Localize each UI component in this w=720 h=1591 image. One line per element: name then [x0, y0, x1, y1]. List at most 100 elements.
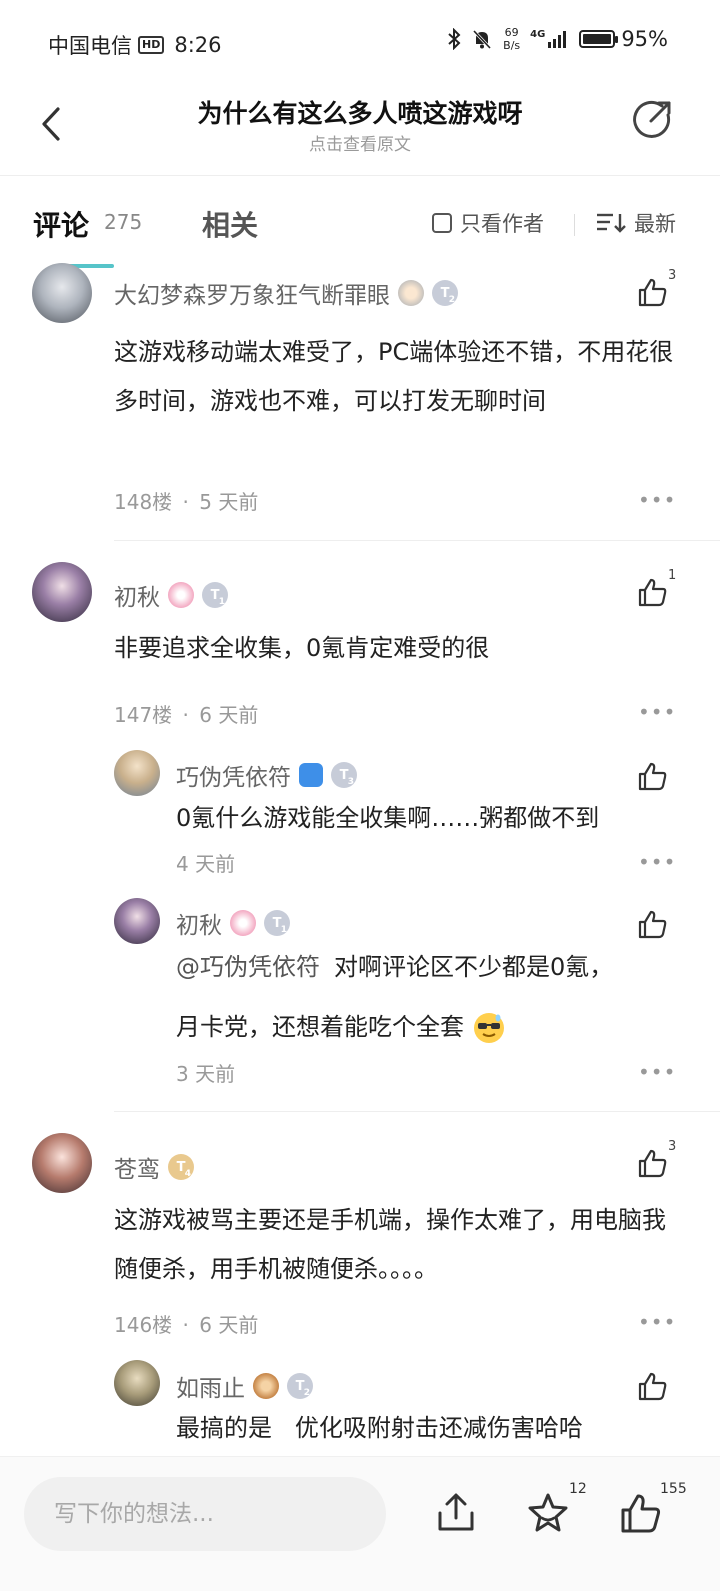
- verified-badge-icon: [299, 763, 323, 787]
- carrier-name: 中国电信: [48, 34, 132, 58]
- more-icon[interactable]: •••: [638, 850, 676, 874]
- fan-badge-icon: [253, 1373, 279, 1399]
- fan-badge-icon: [168, 582, 194, 608]
- comment-username-row: 大幻梦森罗万象狂气断罪眼 T2: [114, 276, 458, 310]
- fan-badge-icon: [398, 280, 424, 306]
- username[interactable]: 初秋: [114, 578, 160, 612]
- comment-time: 6 天前: [199, 1313, 259, 1337]
- reply-text: @巧伪凭依符 对啊评论区不少都是0氪，: [176, 943, 676, 992]
- mention[interactable]: @巧伪凭依符: [176, 953, 320, 981]
- reply-username-row: 如雨止 T2: [176, 1369, 313, 1403]
- level-badge-icon: T1: [202, 582, 228, 608]
- thumbs-up-icon[interactable]: [636, 760, 668, 792]
- net-speed-value: 69: [504, 26, 519, 39]
- net-speed-unit: B/s: [503, 39, 521, 52]
- comment-meta: 147楼 · 6 天前: [114, 699, 258, 728]
- avatar[interactable]: [114, 750, 160, 796]
- battery-percent: 95%: [621, 27, 668, 51]
- avatar[interactable]: [114, 898, 160, 944]
- reply-username-row: 巧伪凭依符 T3: [176, 758, 357, 792]
- reply-text: 0氪什么游戏能全收集啊……粥都做不到: [176, 804, 600, 832]
- more-icon[interactable]: •••: [638, 700, 676, 724]
- comment-meta: 148楼 · 5 天前: [114, 486, 258, 515]
- thumbs-up-icon[interactable]: [618, 1491, 662, 1535]
- page-header: 为什么有这么多人喷这游戏呀 点击查看原文: [0, 88, 720, 176]
- avatar[interactable]: [32, 562, 92, 622]
- meta-separator: ·: [182, 1313, 189, 1337]
- like-count: 3: [668, 1139, 677, 1154]
- level-badge-icon: T2: [287, 1373, 313, 1399]
- comment-meta: 146楼 · 6 天前: [114, 1309, 258, 1338]
- comment-divider: [114, 1111, 720, 1112]
- level-badge-icon: T2: [432, 280, 458, 306]
- comment-divider: [114, 540, 720, 541]
- reply-text-line2: 月卡党，还想着能吃个全套: [176, 1013, 464, 1041]
- sort-icon: [597, 213, 626, 233]
- avatar[interactable]: [114, 1360, 160, 1406]
- thumbs-up-icon[interactable]: [636, 1370, 668, 1402]
- username[interactable]: 初秋: [176, 906, 222, 940]
- username[interactable]: 如雨止: [176, 1369, 245, 1403]
- reply-text-line1: 对啊评论区不少都是0氪，: [334, 953, 614, 981]
- reply-text-line2-row: 月卡党，还想着能吃个全套: [176, 1003, 676, 1052]
- more-icon[interactable]: •••: [638, 1060, 676, 1084]
- like-count: 3: [668, 268, 677, 283]
- status-right-group: 69 B/s 4G 95%: [447, 26, 668, 52]
- status-carrier-group: 中国电信 HD 8:26: [48, 30, 222, 60]
- hd-icon: HD: [138, 36, 165, 54]
- comment-text: 这游戏移动端太难受了，PC端体验还不错，不用花很多时间，游戏也不难，可以打发无聊…: [114, 338, 674, 415]
- avatar[interactable]: [32, 263, 92, 323]
- sort-label: 最新: [634, 212, 676, 236]
- star-icon[interactable]: [526, 1491, 570, 1535]
- username[interactable]: 巧伪凭依符: [176, 758, 291, 792]
- author-only-label: 只看作者: [460, 212, 544, 236]
- username[interactable]: 苍鸾: [114, 1150, 160, 1184]
- more-icon[interactable]: •••: [638, 488, 676, 512]
- level-badge-icon: T3: [331, 762, 357, 788]
- view-original-link[interactable]: 点击查看原文: [0, 130, 720, 155]
- comment-time: 6 天前: [199, 703, 259, 727]
- avatar[interactable]: [32, 1133, 92, 1193]
- like-count: 155: [660, 1481, 687, 1497]
- status-bar: 中国电信 HD 8:26 69 B/s 4G 95%: [0, 0, 720, 90]
- comment-text: 这游戏被骂主要还是手机端，操作太难了，用电脑我随便杀，用手机被随便杀。。。。: [114, 1206, 666, 1283]
- fan-badge-icon: [230, 910, 256, 936]
- thumbs-up-icon[interactable]: [636, 276, 668, 308]
- share-icon[interactable]: [632, 98, 674, 140]
- reply-time: 3 天前: [176, 1062, 236, 1086]
- comment-count: 275: [104, 210, 143, 234]
- checkbox-icon[interactable]: [432, 213, 452, 233]
- like-count: 1: [668, 568, 677, 583]
- username[interactable]: 大幻梦森罗万象狂气断罪眼: [114, 276, 390, 310]
- floor-number: 146楼: [114, 1313, 173, 1337]
- level-badge-icon: T1: [264, 910, 290, 936]
- thumbs-up-icon[interactable]: [636, 908, 668, 940]
- signal-icon: [548, 31, 567, 48]
- tab-related[interactable]: 相关: [202, 204, 258, 244]
- sort-toggle[interactable]: 最新: [596, 208, 676, 238]
- network-type: 4G: [530, 29, 546, 40]
- comment-input[interactable]: 写下你的想法...: [24, 1477, 386, 1551]
- tab-comments[interactable]: 评论: [33, 204, 89, 244]
- meta-separator: ·: [182, 490, 189, 514]
- clock: 8:26: [174, 33, 222, 57]
- more-icon[interactable]: •••: [638, 1310, 676, 1334]
- sunglasses-emoji-icon: [473, 1013, 504, 1043]
- author-only-toggle[interactable]: 只看作者: [432, 208, 544, 238]
- comment-tabs: 评论 275 相关 只看作者 最新: [0, 190, 720, 268]
- floor-number: 147楼: [114, 703, 173, 727]
- divider: [574, 214, 575, 236]
- comment-time: 5 天前: [199, 490, 259, 514]
- thumbs-up-icon[interactable]: [636, 1147, 668, 1179]
- battery-icon: [579, 30, 619, 48]
- comment-username-row: 苍鸾 T4: [114, 1150, 194, 1184]
- mute-bell-icon: [473, 29, 492, 50]
- page-title: 为什么有这么多人喷这游戏呀: [197, 99, 523, 128]
- net-speed: 69 B/s: [503, 26, 520, 52]
- reply-username-row: 初秋 T1: [176, 906, 290, 940]
- thumbs-up-icon[interactable]: [636, 576, 668, 608]
- upload-icon[interactable]: [434, 1491, 478, 1535]
- bluetooth-icon: [448, 28, 461, 50]
- star-count: 12: [569, 1481, 587, 1497]
- floor-number: 148楼: [114, 490, 173, 514]
